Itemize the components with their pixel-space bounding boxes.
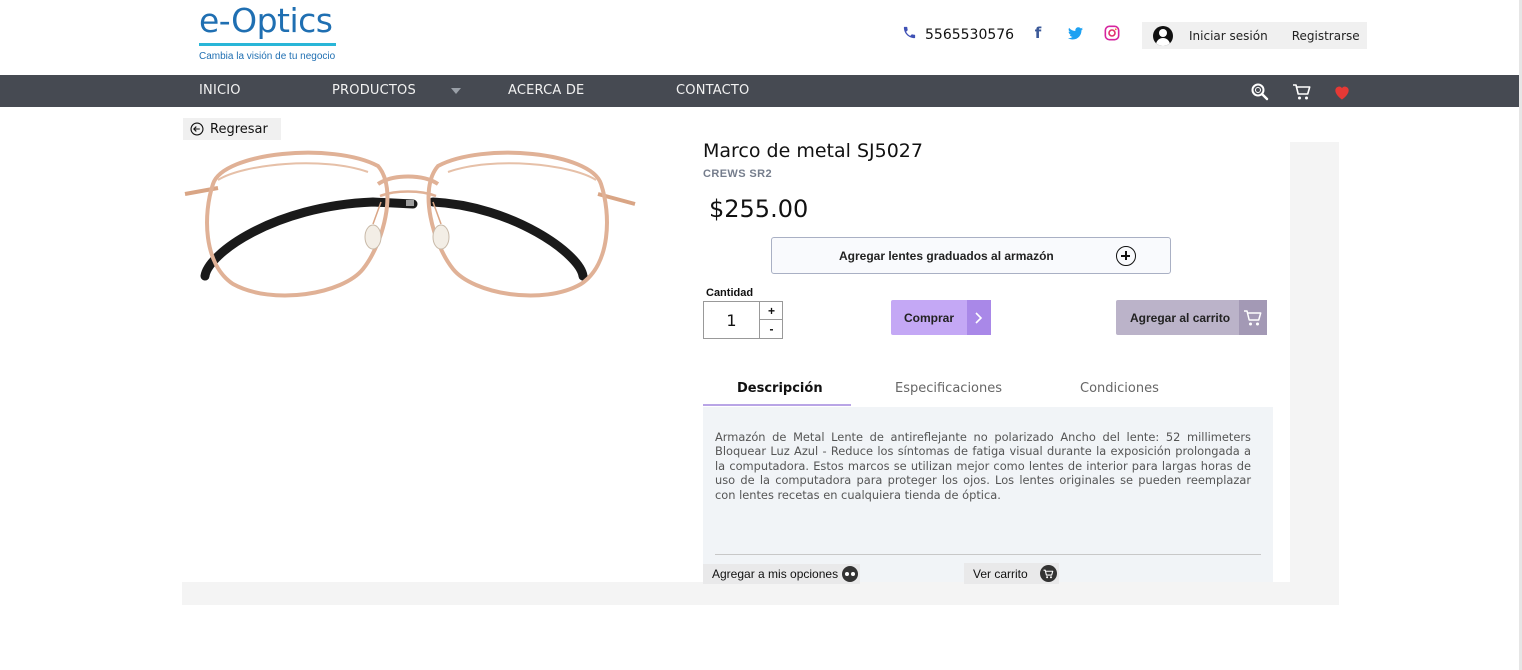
nav-item-productos[interactable]: PRODUCTOS [332,83,416,98]
quantity-increment-button[interactable]: + [759,302,783,320]
lens-button-label: Agregar lentes graduados al armazón [839,248,1054,263]
description-panel: Armazón de Metal Lente de antireflejante… [703,407,1273,582]
logo[interactable]: e-Optics Cambia la visión de tu negocio [199,2,339,62]
auth-box: Iniciar sesión Registrarse [1142,22,1367,49]
add-to-cart-label: Agregar al carrito [1130,310,1231,325]
add-to-options-label: Agregar a mis opciones [712,567,839,581]
active-tab-indicator [703,404,851,406]
instagram-icon[interactable] [1104,24,1120,42]
product-tabs: Descripción Especificaciones Condiciones [703,378,1273,407]
chevron-right-icon [967,300,991,335]
tab-condiciones[interactable]: Condiciones [1080,381,1159,396]
quantity-input[interactable]: 1 [704,302,759,338]
heart-icon[interactable] [1332,82,1352,102]
user-avatar-icon[interactable] [1153,25,1173,46]
tab-especificaciones[interactable]: Especificaciones [895,381,1002,396]
options-icon [842,566,858,582]
nav-item-inicio[interactable]: INICIO [199,83,241,98]
product-description: Armazón de Metal Lente de antireflejante… [715,430,1251,502]
back-label: Regresar [210,121,268,137]
twitter-icon[interactable] [1067,24,1083,42]
plus-circle-icon [1116,246,1136,266]
quantity-stepper: 1 + - [703,301,783,339]
product-image [183,144,638,299]
add-prescription-lenses-button[interactable]: Agregar lentes graduados al armazón [771,237,1171,274]
add-to-options-button[interactable]: Agregar a mis opciones [703,564,860,584]
quantity-decrement-button[interactable]: - [759,320,783,338]
add-to-cart-button[interactable]: Agregar al carrito [1116,300,1267,335]
logo-text: e-Optics [199,1,333,40]
register-link[interactable]: Registrarse [1292,29,1360,43]
view-cart-label: Ver carrito [973,566,1028,581]
nav-item-contacto[interactable]: CONTACTO [676,83,749,98]
nav-item-acerca-de[interactable]: ACERCA DE [508,83,584,98]
cart-icon[interactable] [1292,82,1312,102]
cart-icon [1239,300,1267,335]
arrow-left-circle-icon [190,122,204,136]
logo-underline [199,43,336,46]
phone-contact[interactable]: 5565530576 [902,25,1014,45]
view-cart-button[interactable]: Ver carrito [964,563,1059,584]
cart-icon [1040,565,1057,582]
chevron-down-icon[interactable] [451,88,461,94]
phone-number: 5565530576 [925,27,1015,43]
quantity-label: Cantidad [706,287,754,299]
product-brand: CREWS SR2 [703,168,772,180]
product-title: Marco de metal SJ5027 [703,140,923,162]
search-icon[interactable] [1250,82,1270,102]
back-button[interactable]: Regresar [183,118,281,140]
phone-icon [902,25,917,45]
facebook-icon[interactable]: f [1030,24,1046,42]
tab-descripcion[interactable]: Descripción [737,381,823,396]
logo-tagline: Cambia la visión de tu negocio [199,51,336,62]
product-price: $255.00 [709,195,809,223]
main-nav: INICIO PRODUCTOS ACERCA DE CONTACTO [0,75,1522,107]
buy-button-label: Comprar [904,310,955,325]
login-link[interactable]: Iniciar sesión [1189,29,1268,43]
buy-button[interactable]: Comprar [891,300,991,335]
divider [715,554,1261,555]
